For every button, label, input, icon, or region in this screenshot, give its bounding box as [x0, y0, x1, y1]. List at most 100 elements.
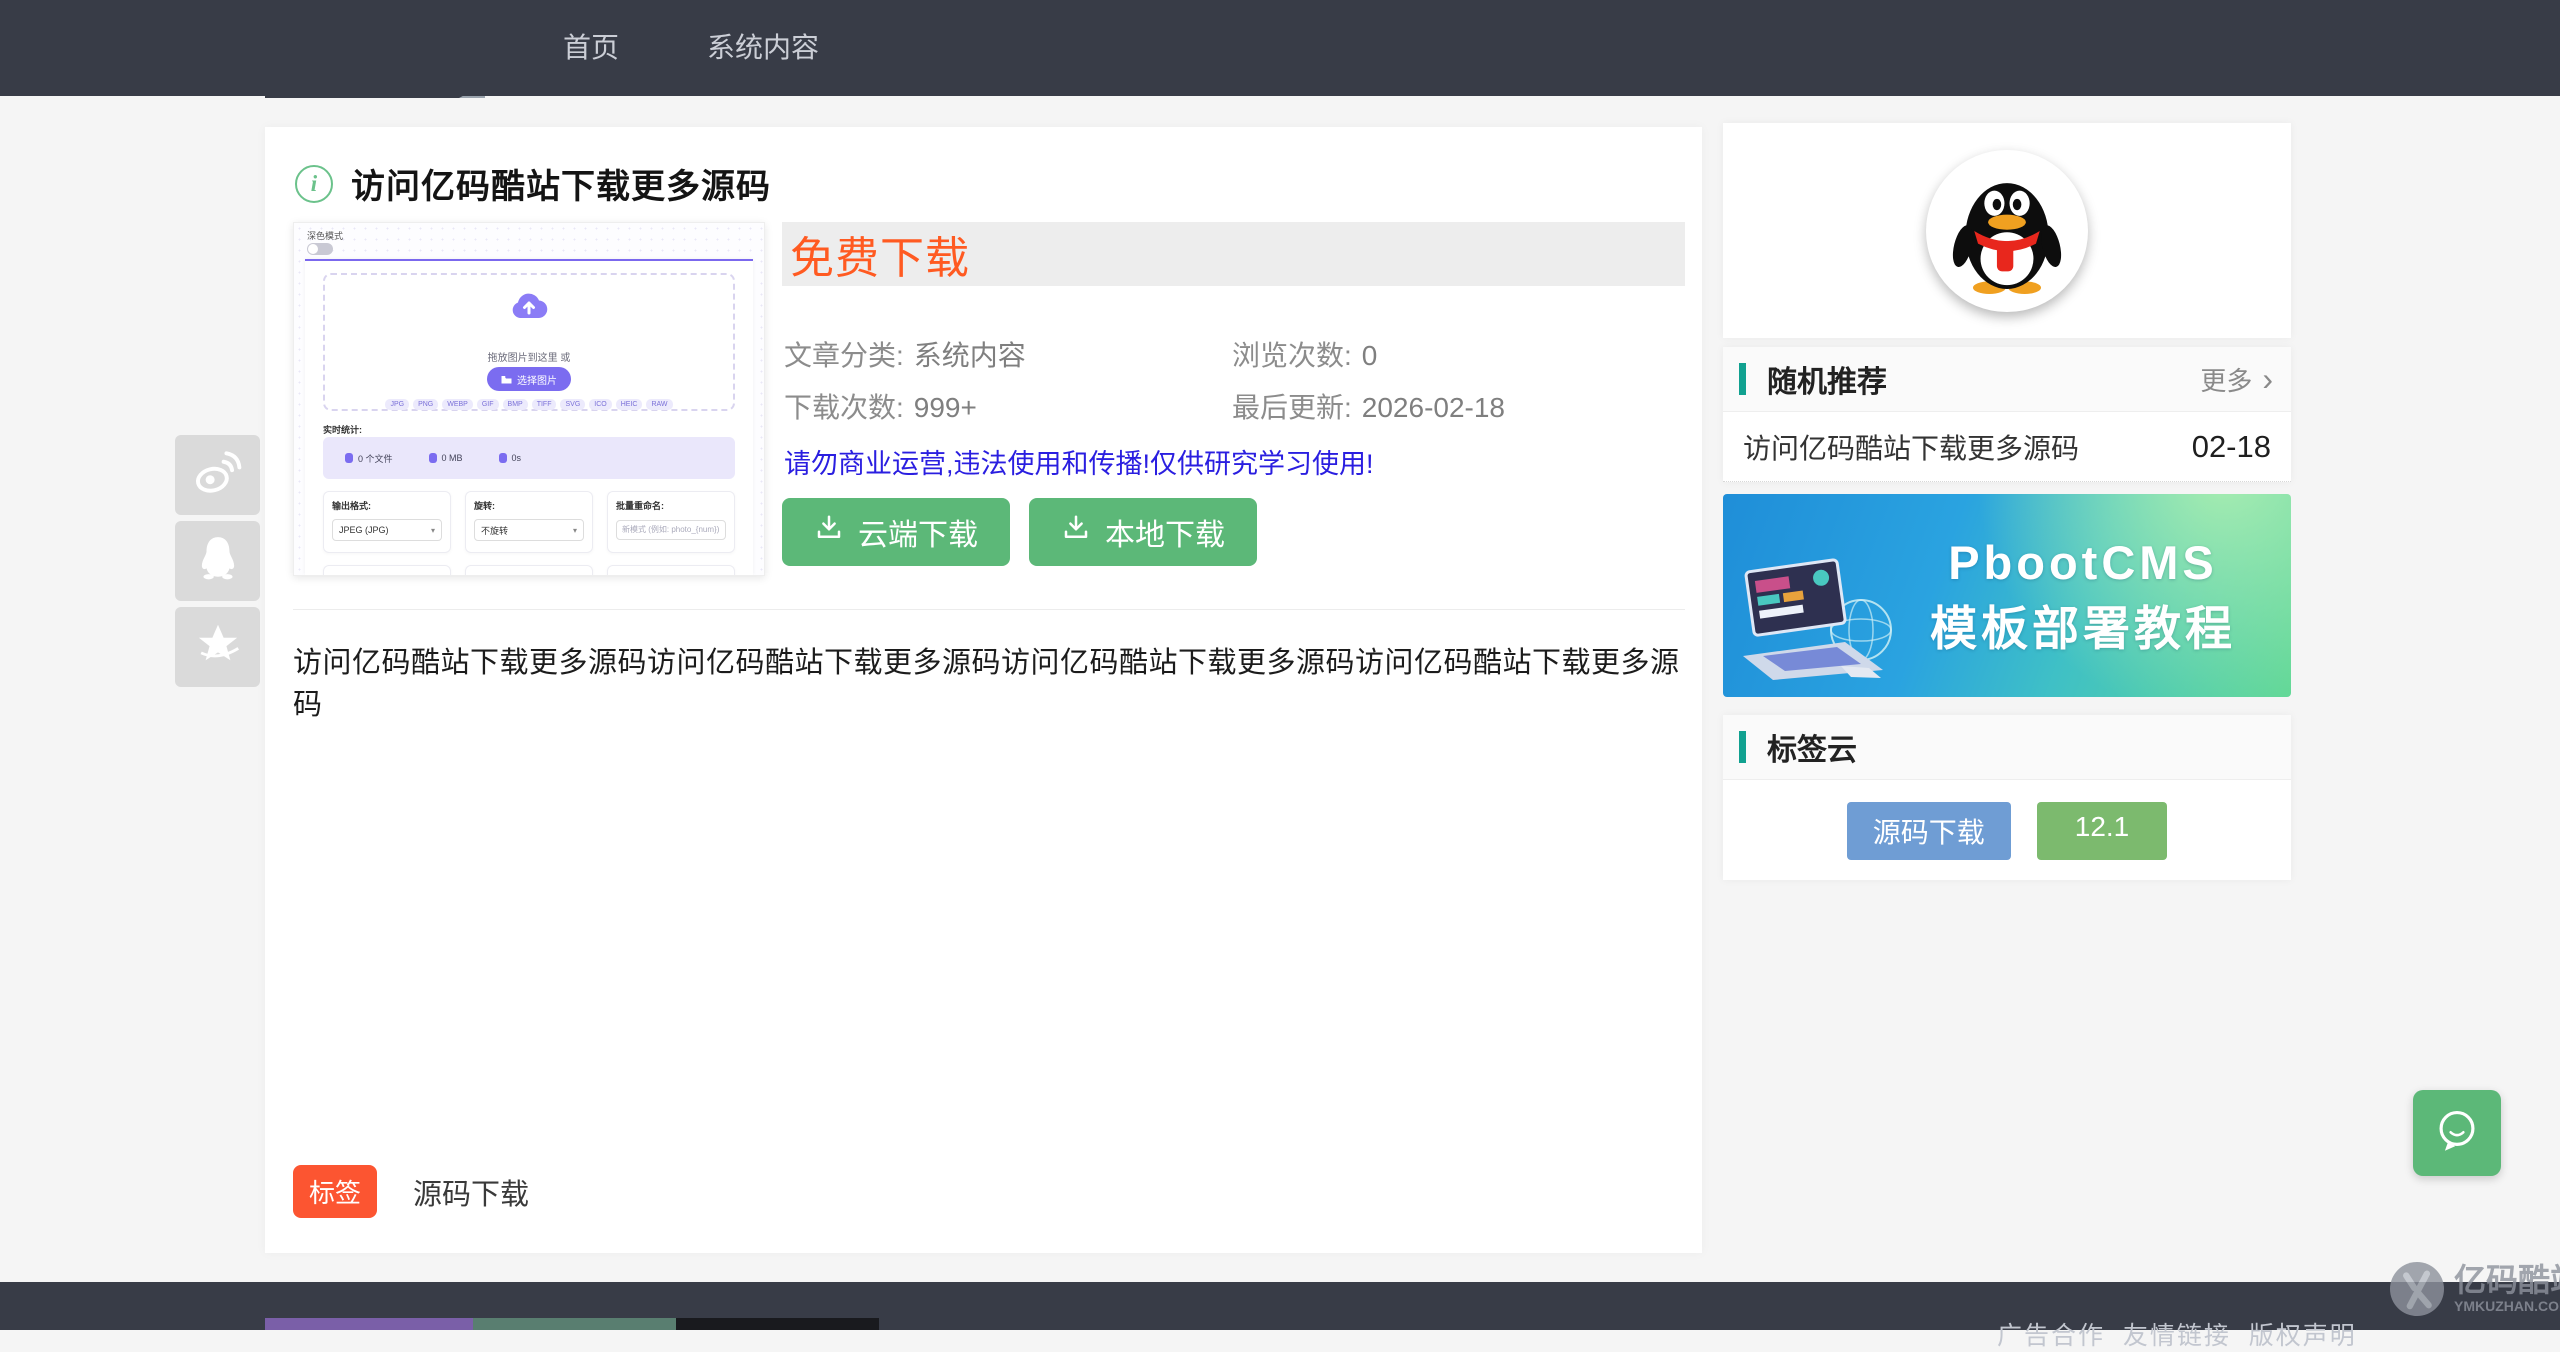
download-icon: [1061, 513, 1091, 551]
format-pill: RAW: [646, 399, 672, 410]
format-pill: TIFF: [532, 399, 557, 410]
article-card: i 访问亿码酷站下载更多源码 深色模式 拖放图片到这里 或 选择图片 JPG: [265, 127, 1702, 1253]
stat-files-icon: [345, 453, 353, 463]
thumb-rename-card: 批量重命名:: [607, 491, 735, 553]
qq-icon: [193, 532, 243, 591]
recommend-item-title: 访问亿码酷站下载更多源码: [1743, 427, 2079, 467]
rename-pattern-input: [616, 520, 726, 540]
thumb-darkmode-label: 深色模式: [307, 229, 343, 242]
nav-item-system-content[interactable]: 系统内容: [707, 0, 819, 96]
recommend-item-date: 02-18: [2192, 429, 2271, 465]
tag-cloud-card: 标签云 源码下载 12.1: [1723, 715, 2291, 880]
caret-down-icon: ▾: [431, 526, 435, 535]
thumb-stats-label: 实时统计:: [323, 423, 362, 436]
thumb-rotate-card: 旋转: 不旋转 ▾: [465, 491, 593, 553]
footer-image-green: [473, 1318, 676, 1330]
stat-files: 0 个文件: [358, 452, 393, 465]
share-weibo-button[interactable]: [175, 435, 260, 515]
recommend-header: 随机推荐 更多 ›: [1723, 347, 2291, 412]
thumb-select-button: 选择图片: [487, 367, 571, 391]
qzone-star-icon: [191, 618, 245, 677]
format-pill: BMP: [503, 399, 528, 410]
recommend-title: 随机推荐: [1767, 357, 1887, 401]
tag-cloud-title: 标签云: [1767, 725, 1857, 769]
footer-links[interactable]: 广告合作 友情链接 版权声明: [1997, 1316, 2357, 1352]
qq-penguin-icon: [1944, 168, 2070, 294]
tag-cloud-header: 标签云: [1723, 715, 2291, 780]
meta-downloads: 下载次数:999+: [784, 386, 977, 426]
thumb-drop-text: 拖放图片到这里 或: [325, 349, 733, 364]
share-qzone-button[interactable]: [175, 607, 260, 687]
thumb-cutoff-card: [607, 565, 735, 576]
meta-updated: 最后更新:2026-02-18: [1232, 386, 1505, 426]
customer-service-chat-button[interactable]: [2413, 1090, 2501, 1176]
footer-brand-name: 亿码酷站: [2454, 1264, 2560, 1296]
page-title: 访问亿码酷站下载更多源码: [351, 159, 771, 208]
usage-notice: 请勿商业运营,违法使用和传播!仅供研究学习使用!: [784, 442, 1374, 481]
article-thumbnail[interactable]: 深色模式 拖放图片到这里 或 选择图片 JPG PNG WEBP: [293, 222, 765, 576]
format-pill: PNG: [413, 399, 438, 410]
footer: 广告合作 友情链接 版权声明: [0, 1282, 2560, 1330]
chat-smiley-icon: [2429, 1103, 2485, 1164]
footer-image-purple: [265, 1318, 473, 1330]
share-qq-button[interactable]: [175, 521, 260, 601]
recommend-list-item[interactable]: 访问亿码酷站下载更多源码 02-18: [1723, 412, 2291, 482]
tag-link-source-download[interactable]: 源码下载: [413, 1171, 529, 1213]
footer-brand-domain: YMKUZHAN.COM: [2454, 1298, 2560, 1314]
random-recommend-card: 随机推荐 更多 › 访问亿码酷站下载更多源码 02-18: [1723, 347, 2291, 482]
tag-badge: 标签: [293, 1165, 377, 1218]
rotate-select: 不旋转 ▾: [474, 519, 584, 541]
thumb-panel: 拖放图片到这里 或 选择图片 JPG PNG WEBP GIF BMP TIFF…: [305, 259, 753, 575]
cloud-download-button[interactable]: 云端下载: [782, 498, 1010, 566]
output-format-select: JPEG (JPG) ▾: [332, 519, 442, 541]
format-pill: ICO: [589, 399, 611, 410]
free-download-label: 免费下载: [790, 222, 970, 286]
stat-time-icon: [499, 453, 507, 463]
stat-size: 0 MB: [442, 453, 463, 463]
thumb-stats-bar: 0 个文件 0 MB 0s: [323, 437, 735, 479]
cloud-tag-12-1[interactable]: 12.1: [2037, 802, 2168, 860]
format-pill: GIF: [477, 399, 499, 410]
upload-cloud-icon: [509, 291, 549, 326]
stat-time: 0s: [512, 453, 522, 463]
format-pill: SVG: [560, 399, 585, 410]
thumb-cutoff-card: [465, 565, 593, 576]
article-title-row: i 访问亿码酷站下载更多源码: [295, 159, 771, 208]
folder-icon: [501, 375, 512, 384]
caret-down-icon: ▾: [573, 526, 577, 535]
local-download-button[interactable]: 本地下载: [1029, 498, 1257, 566]
format-pill: HEIC: [616, 399, 643, 410]
cloud-tag-source-download[interactable]: 源码下载: [1847, 802, 2011, 860]
footer-logo-mark-icon: [2390, 1262, 2444, 1316]
more-link[interactable]: 更多 ›: [2200, 347, 2273, 411]
meta-views: 浏览次数:0: [1232, 334, 1377, 374]
banner-text: PbootCMS 模板部署教程: [1883, 530, 2283, 662]
download-icon: [814, 513, 844, 551]
thumb-cutoff-card: [323, 565, 451, 576]
format-pill: WEBP: [442, 399, 473, 410]
pbootcms-ad-banner[interactable]: PbootCMS 模板部署教程: [1723, 494, 2291, 697]
section-bar: [1739, 363, 1746, 395]
footer-image-dark: [676, 1318, 879, 1330]
banner-line2: 模板部署教程: [1883, 596, 2283, 662]
nav-item-home[interactable]: 首页: [563, 0, 619, 96]
qq-contact-card: [1723, 123, 2291, 338]
article-body: 访问亿码酷站下载更多源码访问亿码酷站下载更多源码访问亿码酷站下载更多源码访问亿码…: [293, 639, 1702, 723]
info-icon: i: [295, 165, 333, 203]
tag-row: 标签 源码下载: [293, 1165, 529, 1218]
thumb-format-pills: JPG PNG WEBP GIF BMP TIFF SVG ICO HEIC R…: [325, 399, 733, 410]
weibo-icon: [191, 446, 245, 505]
banner-line1: PbootCMS: [1883, 530, 2283, 596]
stat-size-icon: [429, 453, 437, 463]
meta-category: 文章分类:系统内容: [784, 334, 1026, 374]
thumb-darkmode-toggle: [307, 243, 333, 255]
thumb-output-format-card: 输出格式: JPEG (JPG) ▾: [323, 491, 451, 553]
format-pill: JPG: [385, 399, 409, 410]
download-pane: 免费下载 文章分类:系统内容 浏览次数:0 下载次数:999+ 最后更新:202…: [782, 222, 1685, 693]
chevron-right-icon: ›: [2262, 363, 2273, 395]
share-rail: [175, 435, 260, 693]
top-navbar: 首页 系统内容: [0, 0, 2560, 96]
footer-brand-watermark: 亿码酷站 YMKUZHAN.COM: [2390, 1262, 2560, 1316]
section-bar: [1739, 731, 1746, 763]
qq-avatar[interactable]: [1926, 150, 2088, 312]
